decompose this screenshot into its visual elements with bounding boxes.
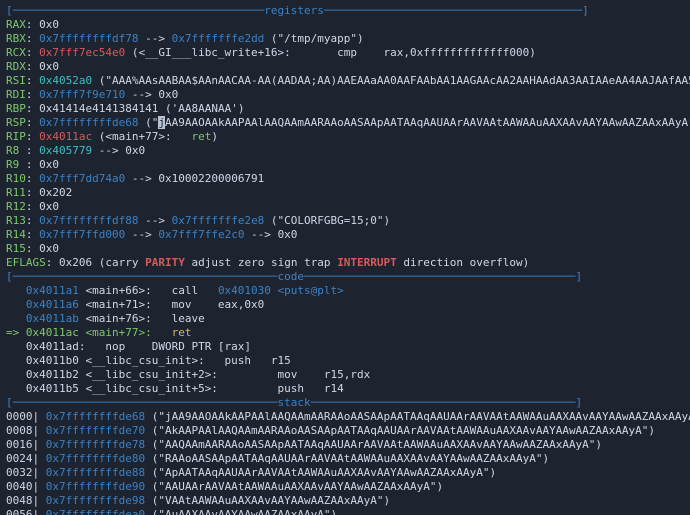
code-line: 0x4011ad: nop DWORD PTR [rax]	[6, 340, 684, 354]
gdb-peda-terminal[interactable]: [──────────────────────────────────────r…	[0, 0, 690, 515]
stack-row: 0024| 0x7ffffffffde80 ("RAAoAASAApAATAAq…	[6, 452, 684, 466]
code-line: 0x4011b5 <__libc_csu_init+5>: push r14	[6, 382, 684, 396]
code-line: 0x4011b2 <__libc_csu_init+2>: mov r15,rd…	[6, 368, 684, 382]
code-line-current: => 0x4011ac <main+77>: ret	[6, 326, 684, 340]
stack-row: 0032| 0x7ffffffffde88 ("ApAATAAqAAUAArAA…	[6, 466, 684, 480]
stack-row: 0040| 0x7ffffffffde90 ("AAUAArAAVAAtAAWA…	[6, 480, 684, 494]
stack-row: 0000| 0x7ffffffffde68 ("jAA9AAOAAkAAPAAl…	[6, 410, 684, 424]
reg-rdx: RDX: 0x0	[6, 60, 684, 74]
section-stack: [───────────────────────────────────────…	[6, 396, 684, 410]
reg-r14: R14: 0x7fff7ffd000 --> 0x7fff7ffe2c0 -->…	[6, 228, 684, 242]
reg-r12: R12: 0x0	[6, 200, 684, 214]
stack-row: 0008| 0x7ffffffffde70 ("AkAAPAAlAAQAAmAA…	[6, 424, 684, 438]
code-line: 0x4011a1 <main+66>: call 0x401030 <puts@…	[6, 284, 684, 298]
code-line: 0x4011a6 <main+71>: mov eax,0x0	[6, 298, 684, 312]
reg-r11: R11: 0x202	[6, 186, 684, 200]
stack-row: 0056| 0x7ffffffffdea0 ("AuAAXAAvAAYAAwAA…	[6, 508, 684, 515]
stack-row: 0048| 0x7ffffffffde98 ("VAAtAAWAAuAAXAAv…	[6, 494, 684, 508]
section-code: [───────────────────────────────────────…	[6, 270, 684, 284]
reg-r15: R15: 0x0	[6, 242, 684, 256]
reg-rbx: RBX: 0x7ffffffffdf78 --> 0x7fffffffe2dd …	[6, 32, 684, 46]
stack-row: 0016| 0x7ffffffffde78 ("AAQAAmAARAAoAASA…	[6, 438, 684, 452]
reg-r13: R13: 0x7ffffffffdf88 --> 0x7fffffffe2e8 …	[6, 214, 684, 228]
reg-eflags: EFLAGS: 0x206 (carry PARITY adjust zero …	[6, 256, 684, 270]
code-line: 0x4011ab <main+76>: leave	[6, 312, 684, 326]
reg-rip: RIP: 0x4011ac (<main+77>: ret)	[6, 130, 684, 144]
reg-rbp: RBP: 0x41414e4141384141 ('AA8AANAA')	[6, 102, 684, 116]
reg-r10: R10: 0x7fff7dd74a0 --> 0x10002200006791	[6, 172, 684, 186]
reg-rsp: RSP: 0x7ffffffffde68 ("jAA9AAOAAkAAPAAlA…	[6, 116, 684, 130]
reg-rdi: RDI: 0x7fff7f9e710 --> 0x0	[6, 88, 684, 102]
reg-r8: R8 : 0x405779 --> 0x0	[6, 144, 684, 158]
reg-rax: RAX: 0x0	[6, 18, 684, 32]
reg-rsi: RSI: 0x4052a0 ("AAA%AAsAABAA$AAnAACAA-AA…	[6, 74, 684, 88]
reg-rcx: RCX: 0x7fff7ec54e0 (<__GI___libc_write+1…	[6, 46, 684, 60]
code-line: 0x4011b0 <__libc_csu_init>: push r15	[6, 354, 684, 368]
reg-r9: R9 : 0x0	[6, 158, 684, 172]
section-registers: [──────────────────────────────────────r…	[6, 4, 684, 18]
